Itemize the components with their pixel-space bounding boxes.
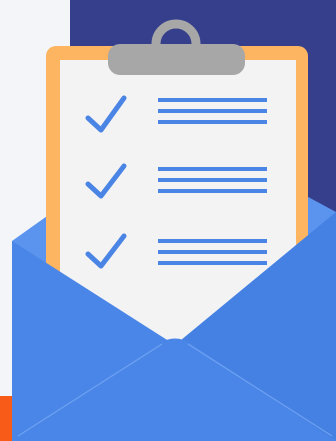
- clip-bar: [108, 44, 245, 75]
- text-lines-icon: [158, 167, 267, 193]
- email-checklist-illustration: [0, 0, 336, 441]
- text-lines-icon: [158, 98, 267, 124]
- text-lines-icon: [158, 239, 267, 265]
- illustration-canvas: [0, 0, 336, 441]
